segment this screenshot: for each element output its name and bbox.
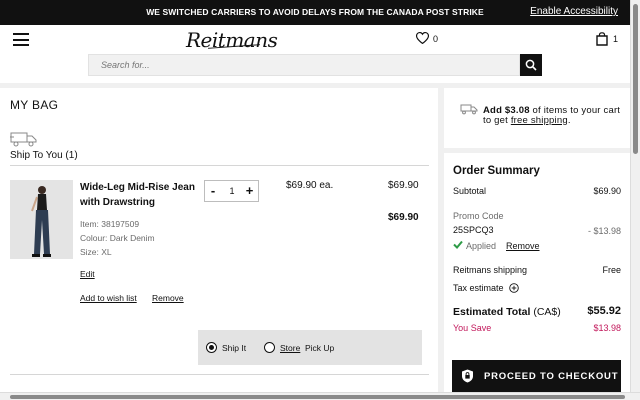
edit-link[interactable]: Edit: [80, 269, 95, 279]
shopping-bag-icon[interactable]: [596, 32, 608, 46]
add-to-wishlist-link[interactable]: Add to wish list: [80, 293, 137, 303]
product-image[interactable]: [10, 180, 73, 259]
horizontal-scroll-thumb[interactable]: [10, 395, 625, 399]
remove-item-link[interactable]: Remove: [152, 293, 184, 303]
unit-price: $69.90 ea.: [286, 180, 334, 191]
search-button[interactable]: [520, 54, 542, 76]
logo[interactable]: Reitmans: [186, 28, 278, 52]
promo-discount: - $13.98: [587, 226, 621, 236]
store-link[interactable]: Store: [280, 343, 300, 353]
promo-code: 25SPCQ3: [453, 225, 494, 235]
page-title: MY BAG: [10, 98, 59, 112]
estimated-total-value: $55.92: [587, 305, 621, 317]
you-save-label: You Save: [453, 323, 492, 333]
plus-circle-icon[interactable]: [509, 283, 519, 293]
item-number: Item: 38197509: [80, 219, 140, 229]
line-total: $69.90: [388, 212, 419, 223]
quantity-stepper: - 1 +: [204, 180, 259, 202]
enable-accessibility-link[interactable]: Enable Accessibility: [530, 6, 618, 17]
fulfillment-options: Ship It Store Pick Up: [198, 330, 422, 365]
divider: [10, 165, 429, 166]
quantity-decrease-button[interactable]: -: [208, 183, 218, 198]
truck-icon: [10, 132, 37, 147]
store-pickup-radio[interactable]: [264, 342, 275, 353]
free-shipping-link[interactable]: free shipping: [511, 115, 568, 126]
estimated-total-text: Estimated Total: [453, 306, 531, 318]
order-summary-title: Order Summary: [453, 165, 540, 177]
free-shipping-period: .: [567, 114, 571, 126]
horizontal-scrollbar[interactable]: [0, 392, 640, 400]
lock-icon: [462, 369, 473, 383]
subtotal-label: Subtotal: [453, 186, 487, 196]
estimated-total-label: Estimated Total (CA$): [453, 306, 561, 318]
bag-panel: MY BAG Ship To You (1) Wide-Leg Mid-Rise…: [0, 88, 438, 392]
item-colour: Colour: Dark Denim: [80, 233, 155, 243]
shipping-label: Reitmans shipping: [453, 265, 528, 275]
promo-applied-status: Applied: [466, 241, 497, 251]
divider: [10, 374, 429, 375]
checkout-label[interactable]: PROCEED TO CHECKOUT: [484, 371, 618, 382]
vertical-scrollbar[interactable]: [630, 0, 640, 392]
promo-banner: WE SWITCHED CARRIERS TO AVOID DELAYS FRO…: [0, 0, 630, 25]
bag-count: 1: [613, 34, 619, 44]
wishlist-count: 0: [433, 34, 439, 44]
vertical-scroll-thumb[interactable]: [633, 4, 638, 154]
quantity-increase-button[interactable]: +: [243, 183, 256, 198]
search-bar: [88, 54, 520, 76]
shipping-value: Free: [602, 265, 621, 275]
tax-estimate-label: Tax estimate: [453, 283, 504, 293]
free-shipping-banner: Add $3.08 of items to your cart to get f…: [444, 88, 630, 148]
search-icon: [525, 59, 537, 71]
pickup-label[interactable]: Pick Up: [305, 343, 334, 353]
search-input[interactable]: [89, 55, 519, 75]
truck-icon: [460, 104, 478, 115]
check-icon: [453, 240, 463, 249]
ship-it-label[interactable]: Ship It: [222, 343, 246, 353]
menu-icon[interactable]: [13, 33, 29, 46]
ship-it-radio[interactable]: [206, 342, 217, 353]
proceed-to-checkout-button[interactable]: PROCEED TO CHECKOUT: [452, 360, 621, 392]
line-price: $69.90: [388, 180, 419, 191]
order-summary: Order Summary Subtotal $69.90 Promo Code…: [444, 153, 630, 392]
heart-icon[interactable]: [416, 32, 429, 44]
product-name[interactable]: Wide-Leg Mid-Rise Jean with Drawstring: [80, 180, 200, 210]
ship-to-you-heading: Ship To You (1): [10, 150, 78, 161]
quantity-value[interactable]: 1: [223, 186, 241, 196]
site-header: Reitmans 0 1: [0, 25, 630, 83]
jeans-model-illustration: [10, 180, 73, 259]
promo-code-label: Promo Code: [453, 211, 504, 221]
subtotal-value: $69.90: [593, 186, 621, 196]
free-shipping-message: Add $3.08 of items to your cart to get f…: [483, 106, 625, 125]
total-currency: (CA$): [530, 306, 561, 318]
remove-promo-link[interactable]: Remove: [506, 241, 540, 251]
you-save-value: $13.98: [593, 323, 621, 333]
item-size: Size: XL: [80, 247, 112, 257]
